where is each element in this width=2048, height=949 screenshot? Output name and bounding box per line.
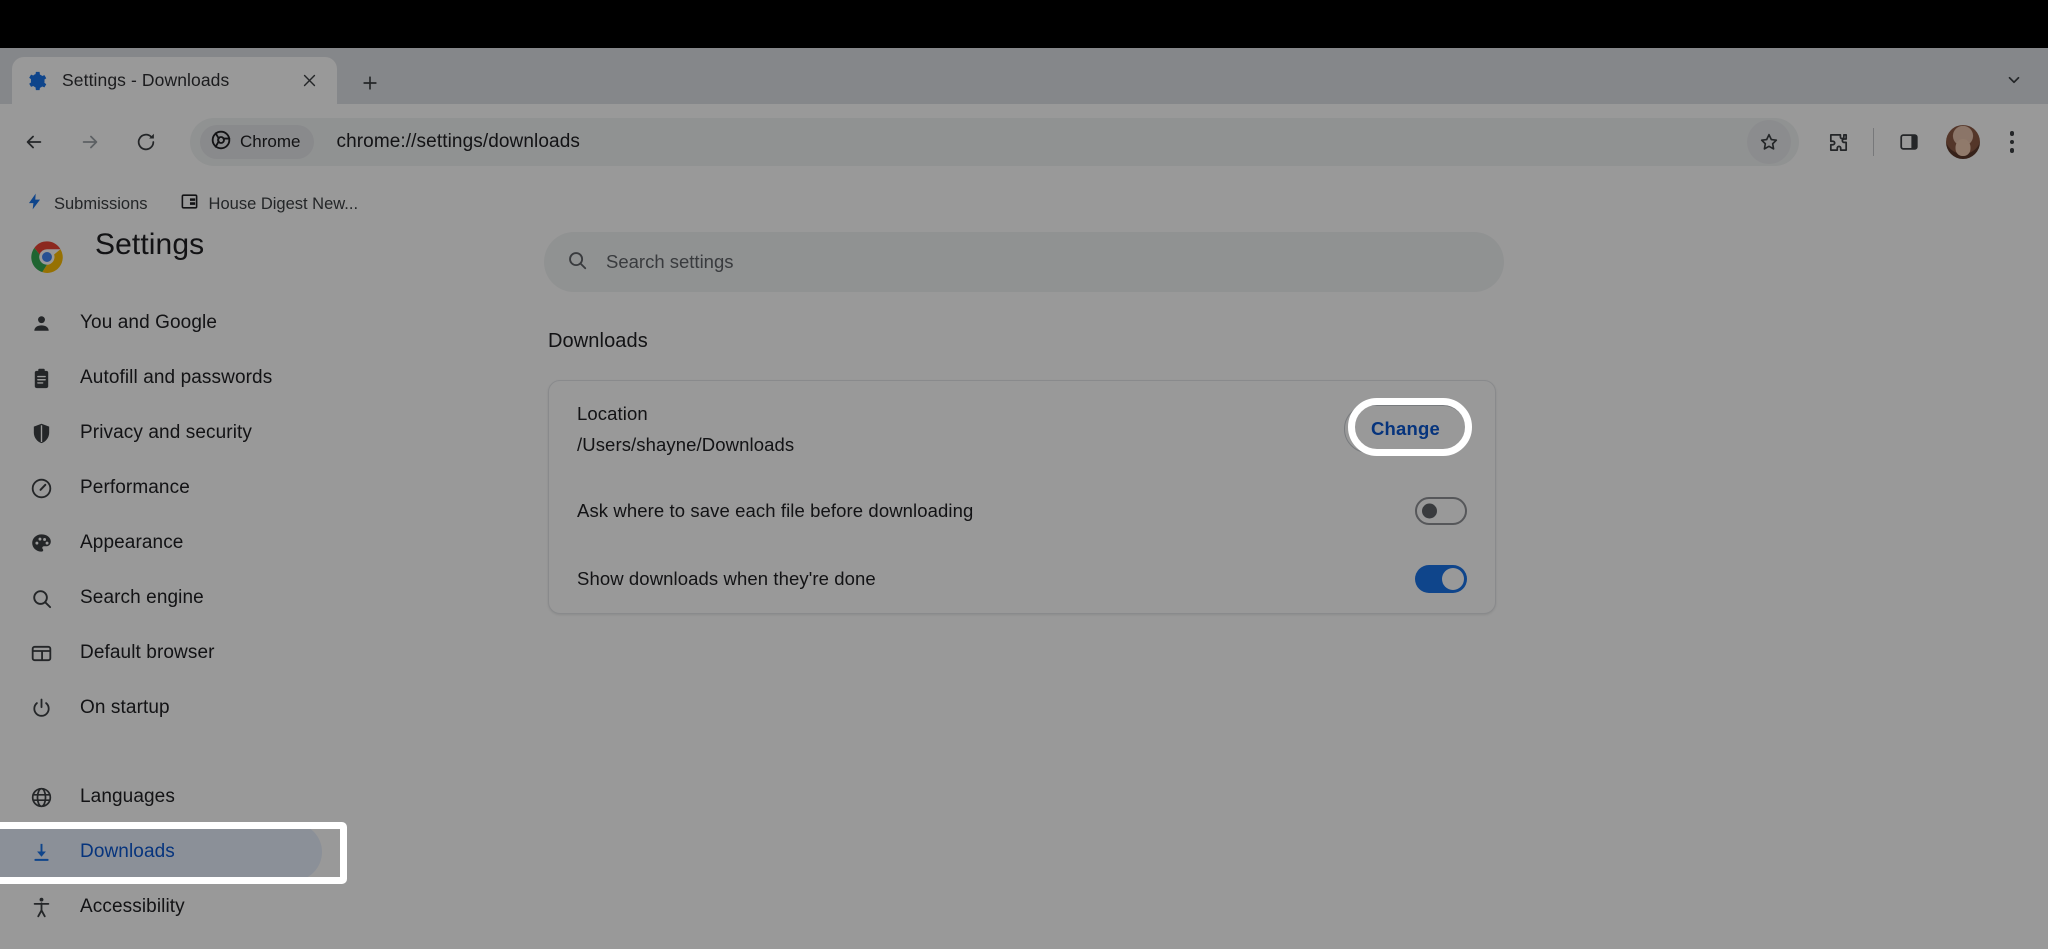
ask-where-to-save-row: Ask where to save each file before downl…	[549, 477, 1495, 545]
search-icon	[566, 249, 588, 276]
shield-icon	[30, 422, 60, 445]
sidebar-item-label: You and Google	[80, 312, 217, 333]
globe-icon	[30, 786, 60, 809]
sidebar-divider-gap	[0, 740, 430, 774]
highlight-downloads-sidebar-item	[0, 822, 347, 884]
sidebar-item-label: On startup	[80, 697, 170, 718]
search-icon	[30, 587, 60, 610]
screenshot-root: Settings - Downloads Chrome chrome://set…	[0, 0, 2048, 949]
sidebar-item-performance[interactable]: Performance	[0, 465, 430, 511]
person-icon	[30, 312, 60, 335]
sidebar-item-autofill-and-passwords[interactable]: Autofill and passwords	[0, 355, 430, 401]
show-downloads-done-row: Show downloads when they're done	[549, 545, 1495, 613]
power-icon	[30, 697, 60, 720]
sidebar-item-default-browser[interactable]: Default browser	[0, 630, 430, 676]
browser-window-icon	[30, 642, 60, 665]
toggle-knob	[1442, 568, 1464, 590]
sidebar-item-on-startup[interactable]: On startup	[0, 685, 430, 731]
sidebar-item-label: Languages	[80, 786, 175, 807]
palette-icon	[30, 532, 60, 555]
ask-where-to-save-label: Ask where to save each file before downl…	[577, 500, 974, 521]
ask-where-to-save-text: Ask where to save each file before downl…	[577, 500, 1415, 522]
toggle-knob	[1422, 503, 1437, 519]
sidebar-item-appearance[interactable]: Appearance	[0, 520, 430, 566]
sidebar-item-search-engine[interactable]: Search engine	[0, 575, 430, 621]
speedometer-icon	[30, 477, 60, 500]
accessibility-icon	[30, 896, 60, 919]
chrome-logo-icon	[30, 240, 64, 274]
sidebar-item-label: Default browser	[80, 642, 215, 663]
sidebar-item-label: Search engine	[80, 587, 204, 608]
sidebar-item-label: Accessibility	[80, 896, 185, 917]
search-placeholder: Search settings	[606, 251, 734, 272]
location-text-group: Location /Users/shayne/Downloads	[577, 403, 1344, 456]
sidebar-item-you-and-google[interactable]: You and Google	[0, 300, 430, 346]
page-title: Settings	[95, 228, 205, 261]
sidebar-item-privacy-and-security[interactable]: Privacy and security	[0, 410, 430, 456]
location-label: Location	[577, 402, 648, 424]
highlight-change-button	[1348, 398, 1472, 456]
sidebar-item-label: Autofill and passwords	[80, 367, 273, 388]
sidebar-item-label: Appearance	[80, 532, 184, 553]
sidebar-item-languages[interactable]: Languages	[0, 774, 430, 820]
sidebar-item-accessibility[interactable]: Accessibility	[0, 884, 430, 930]
sidebar-item-label: Privacy and security	[80, 422, 253, 443]
section-title: Downloads	[548, 330, 648, 352]
ask-where-to-save-toggle[interactable]	[1415, 497, 1467, 525]
clipboard-icon	[30, 367, 60, 390]
show-downloads-done-toggle[interactable]	[1415, 565, 1467, 593]
location-path: /Users/shayne/Downloads	[577, 433, 795, 455]
settings-content-layer: Settings Search settings You and Google …	[0, 0, 2048, 949]
sidebar-item-label: Performance	[80, 477, 190, 498]
show-downloads-done-text: Show downloads when they're done	[577, 568, 1415, 590]
search-input[interactable]: Search settings	[544, 232, 1504, 292]
show-downloads-done-label: Show downloads when they're done	[577, 568, 876, 589]
